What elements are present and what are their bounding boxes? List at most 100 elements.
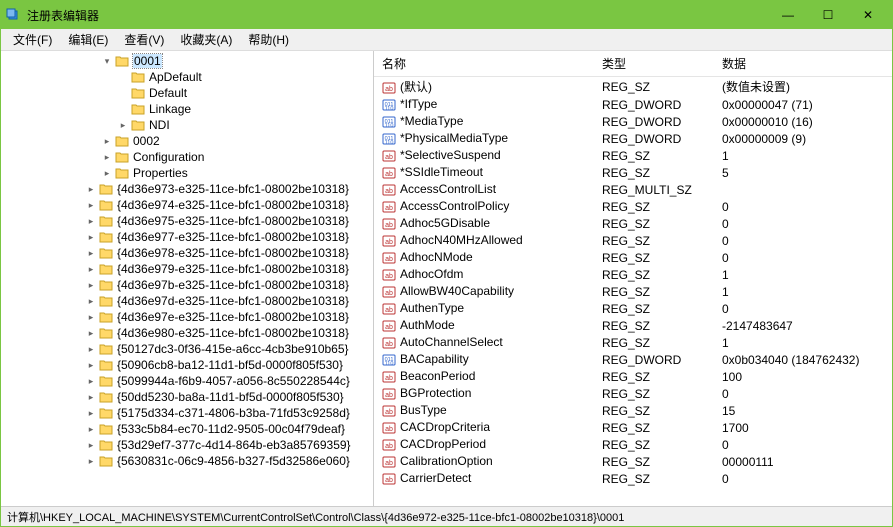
expand-icon[interactable]	[117, 103, 129, 115]
string-value-icon: ab	[382, 268, 396, 282]
value-row[interactable]: 011110BACapabilityREG_DWORD0x0b034040 (1…	[374, 351, 892, 368]
value-data: 0x00000047 (71)	[714, 96, 892, 113]
expand-icon[interactable]: ▸	[85, 455, 97, 467]
expand-icon[interactable]: ▸	[85, 423, 97, 435]
value-row[interactable]: abAdhocOfdmREG_SZ1	[374, 266, 892, 283]
value-data: 100	[714, 368, 892, 385]
list-pane[interactable]: 名称 类型 数据 ab(默认)REG_SZ(数值未设置)011110*IfTyp…	[374, 51, 892, 506]
expand-icon[interactable]: ▸	[85, 359, 97, 371]
expand-icon[interactable]: ▸	[101, 151, 113, 163]
expand-icon[interactable]: ▸	[85, 375, 97, 387]
menu-help[interactable]: 帮助(H)	[240, 29, 297, 50]
value-row[interactable]: abAllowBW40CapabilityREG_SZ1	[374, 283, 892, 300]
tree-node[interactable]: ▸NDI	[1, 117, 373, 133]
expand-icon[interactable]: ▸	[85, 311, 97, 323]
expand-icon[interactable]: ▸	[85, 247, 97, 259]
tree-node[interactable]: ▸{50906cb8-ba12-11d1-bf5d-0000f805f530}	[1, 357, 373, 373]
menu-file[interactable]: 文件(F)	[5, 29, 60, 50]
tree-node[interactable]: ▸{4d36e977-e325-11ce-bfc1-08002be10318}	[1, 229, 373, 245]
folder-icon	[131, 71, 145, 83]
value-row[interactable]: ab*SelectiveSuspendREG_SZ1	[374, 147, 892, 164]
value-row[interactable]: abCACDropPeriodREG_SZ0	[374, 436, 892, 453]
expand-icon[interactable]: ▸	[85, 183, 97, 195]
expand-icon[interactable]: ▸	[101, 167, 113, 179]
tree-node[interactable]: Default	[1, 85, 373, 101]
expand-icon[interactable]: ▸	[85, 391, 97, 403]
minimize-button[interactable]: —	[768, 1, 808, 29]
tree-node[interactable]: ▾0001	[1, 53, 373, 69]
menu-view[interactable]: 查看(V)	[116, 29, 172, 50]
close-button[interactable]: ✕	[848, 1, 888, 29]
tree-node[interactable]: ▸{4d36e973-e325-11ce-bfc1-08002be10318}	[1, 181, 373, 197]
string-value-icon: ab	[382, 251, 396, 265]
expand-icon[interactable]: ▸	[85, 231, 97, 243]
expand-icon[interactable]: ▸	[85, 263, 97, 275]
tree-node[interactable]: ▸{4d36e97b-e325-11ce-bfc1-08002be10318}	[1, 277, 373, 293]
value-row[interactable]: abAdhocNModeREG_SZ0	[374, 249, 892, 266]
tree-label: 0002	[133, 134, 160, 148]
expand-icon[interactable]: ▸	[117, 119, 129, 131]
value-row[interactable]: abAutoChannelSelectREG_SZ1	[374, 334, 892, 351]
tree-node[interactable]: ▸{4d36e97e-e325-11ce-bfc1-08002be10318}	[1, 309, 373, 325]
expand-icon[interactable]: ▸	[85, 439, 97, 451]
tree-node[interactable]: ▸Properties	[1, 165, 373, 181]
maximize-button[interactable]: ☐	[808, 1, 848, 29]
tree-node[interactable]: Linkage	[1, 101, 373, 117]
expand-icon[interactable]: ▸	[85, 295, 97, 307]
tree-node[interactable]: ▸{4d36e975-e325-11ce-bfc1-08002be10318}	[1, 213, 373, 229]
tree-node[interactable]: ▸{5175d334-c371-4806-b3ba-71fd53c9258d}	[1, 405, 373, 421]
tree-pane[interactable]: ▾0001ApDefaultDefaultLinkage▸NDI▸0002▸Co…	[1, 51, 374, 506]
value-row[interactable]: 011110*PhysicalMediaTypeREG_DWORD0x00000…	[374, 130, 892, 147]
value-row[interactable]: abAuthenTypeREG_SZ0	[374, 300, 892, 317]
col-data[interactable]: 数据	[714, 51, 892, 77]
tree-node[interactable]: ▸{4d36e974-e325-11ce-bfc1-08002be10318}	[1, 197, 373, 213]
value-data: 0	[714, 300, 892, 317]
menu-favorites[interactable]: 收藏夹(A)	[172, 29, 240, 50]
value-row[interactable]: 011110*MediaTypeREG_DWORD0x00000010 (16)	[374, 113, 892, 130]
expand-icon[interactable]: ▸	[85, 279, 97, 291]
tree-node[interactable]: ▸{533c5b84-ec70-11d2-9505-00c04f79deaf}	[1, 421, 373, 437]
expand-icon[interactable]: ▸	[85, 343, 97, 355]
value-row[interactable]: abAuthModeREG_SZ-2147483647	[374, 317, 892, 334]
tree-node[interactable]: ▸{5099944a-f6b9-4057-a056-8c550228544c}	[1, 373, 373, 389]
value-name: AccessControlList	[400, 182, 496, 196]
value-row[interactable]: ab(默认)REG_SZ(数值未设置)	[374, 77, 892, 97]
titlebar[interactable]: 注册表编辑器 — ☐ ✕	[1, 1, 892, 29]
tree-node[interactable]: ▸{53d29ef7-377c-4d14-864b-eb3a85769359}	[1, 437, 373, 453]
tree-node[interactable]: ▸{5630831c-06c9-4856-b327-f5d32586e060}	[1, 453, 373, 469]
value-row[interactable]: abBGProtectionREG_SZ0	[374, 385, 892, 402]
tree-node[interactable]: ▸ 0002	[1, 133, 373, 149]
expand-icon[interactable]	[117, 87, 129, 99]
tree-node[interactable]: ApDefault	[1, 69, 373, 85]
col-name[interactable]: 名称	[374, 51, 594, 77]
col-type[interactable]: 类型	[594, 51, 714, 77]
expand-icon[interactable]: ▸	[85, 199, 97, 211]
expand-icon[interactable]: ▸	[85, 215, 97, 227]
value-row[interactable]: abBeaconPeriodREG_SZ100	[374, 368, 892, 385]
expand-icon[interactable]: ▸	[85, 407, 97, 419]
tree-node[interactable]: ▸{4d36e979-e325-11ce-bfc1-08002be10318}	[1, 261, 373, 277]
value-row[interactable]: 011110*IfTypeREG_DWORD0x00000047 (71)	[374, 96, 892, 113]
expand-icon[interactable]: ▸	[85, 327, 97, 339]
tree-node[interactable]: ▸{4d36e980-e325-11ce-bfc1-08002be10318}	[1, 325, 373, 341]
value-row[interactable]: abCalibrationOptionREG_SZ00000111	[374, 453, 892, 470]
value-row[interactable]: abAccessControlListREG_MULTI_SZ	[374, 181, 892, 198]
value-data: 0x00000009 (9)	[714, 130, 892, 147]
value-row[interactable]: abCarrierDetectREG_SZ0	[374, 470, 892, 487]
value-row[interactable]: abBusTypeREG_SZ15	[374, 402, 892, 419]
menu-edit[interactable]: 编辑(E)	[60, 29, 116, 50]
tree-node[interactable]: ▸ {4d36e978-e325-11ce-bfc1-08002be10318}	[1, 245, 373, 261]
value-row[interactable]: abCACDropCriteriaREG_SZ1700	[374, 419, 892, 436]
expand-icon[interactable]	[117, 71, 129, 83]
tree-node[interactable]: ▸{50127dc3-0f36-415e-a6cc-4cb3be910b65}	[1, 341, 373, 357]
tree-label: {4d36e978-e325-11ce-bfc1-08002be10318}	[117, 246, 349, 260]
value-row[interactable]: abAdhocN40MHzAllowedREG_SZ0	[374, 232, 892, 249]
expand-icon[interactable]: ▸	[101, 135, 113, 147]
value-row[interactable]: abAccessControlPolicyREG_SZ0	[374, 198, 892, 215]
tree-node[interactable]: ▸{50dd5230-ba8a-11d1-bf5d-0000f805f530}	[1, 389, 373, 405]
expand-icon[interactable]: ▾	[101, 55, 113, 67]
value-row[interactable]: ab*SSIdleTimeoutREG_SZ5	[374, 164, 892, 181]
value-row[interactable]: abAdhoc5GDisableREG_SZ0	[374, 215, 892, 232]
tree-node[interactable]: ▸Configuration	[1, 149, 373, 165]
tree-node[interactable]: ▸{4d36e97d-e325-11ce-bfc1-08002be10318}	[1, 293, 373, 309]
